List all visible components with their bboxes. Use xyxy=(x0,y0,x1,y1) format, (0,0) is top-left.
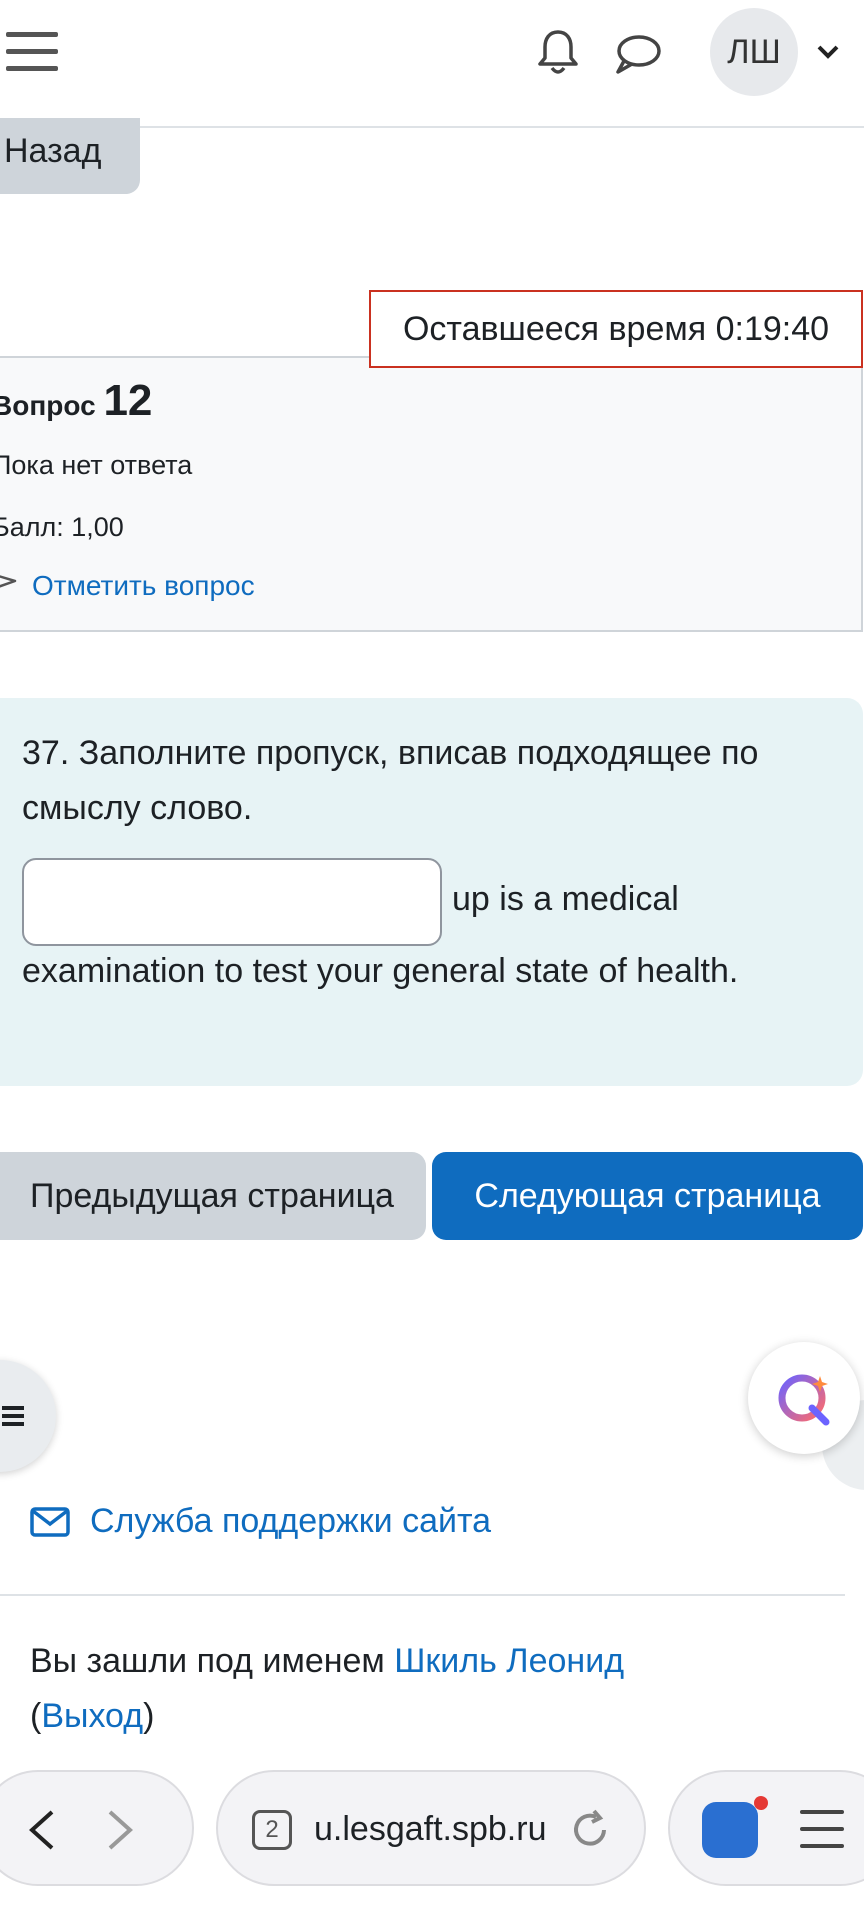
question-label: Вопрос 12 xyxy=(0,376,152,426)
question-text-after-input: up is a medical xyxy=(452,880,679,918)
back-button[interactable]: Назад xyxy=(0,118,140,194)
browser-nav-pill xyxy=(0,1770,194,1886)
notification-dot xyxy=(754,1796,768,1810)
chevron-down-icon[interactable] xyxy=(816,42,840,62)
browser-extras-pill xyxy=(668,1770,864,1886)
browser-bottom-bar: 2 u.lesgaft.spb.ru xyxy=(0,1760,864,1920)
footer-divider xyxy=(0,1594,845,1596)
site-support-link[interactable]: Служба поддержки сайта xyxy=(30,1502,491,1541)
answer-input[interactable] xyxy=(22,858,442,946)
next-page-button[interactable]: Следующая страница xyxy=(432,1152,863,1240)
logout-paren-close: ) xyxy=(143,1697,155,1735)
question-status: Пока нет ответа xyxy=(0,450,193,480)
top-navbar: ЛШ xyxy=(0,0,864,128)
question-grade: Балл: 1,00 xyxy=(0,512,124,542)
question-text-line2: examination to test your general state o… xyxy=(22,952,739,990)
assistant-q-icon xyxy=(778,1374,830,1426)
flag-question-link[interactable]: Отметить вопрос xyxy=(0,570,255,602)
browser-menu-icon[interactable] xyxy=(800,1810,844,1848)
browser-back-icon[interactable] xyxy=(22,1808,62,1852)
envelope-icon xyxy=(30,1506,70,1537)
browser-forward-icon[interactable] xyxy=(100,1808,140,1852)
browser-address-bar[interactable]: 2 u.lesgaft.spb.ru xyxy=(216,1770,646,1886)
tab-count-badge[interactable]: 2 xyxy=(252,1810,292,1850)
drawer-toggle-button[interactable] xyxy=(0,1360,56,1472)
list-icon xyxy=(2,1406,24,1426)
question-info-box: Вопрос 12 Пока нет ответа Балл: 1,00 Отм… xyxy=(0,356,863,632)
question-content: 37. Заполните пропуск, вписав подходящее… xyxy=(0,698,863,1086)
login-info: Вы зашли под именем Шкиль Леонид (Выход) xyxy=(30,1634,810,1744)
time-remaining: Оставшееся время 0:19:40 xyxy=(369,290,863,368)
app-shortcut-icon[interactable] xyxy=(702,1802,758,1858)
user-avatar[interactable]: ЛШ xyxy=(710,8,798,96)
question-text: 37. Заполните пропуск, вписав подходящее… xyxy=(22,734,759,827)
user-profile-link[interactable]: Шкиль Леонид xyxy=(394,1642,624,1680)
previous-page-button[interactable]: Предыдущая страница xyxy=(0,1152,426,1240)
question-number: 12 xyxy=(103,376,153,425)
flag-question-label: Отметить вопрос xyxy=(32,570,255,601)
hamburger-menu-icon[interactable] xyxy=(6,32,58,72)
messages-chat-icon[interactable] xyxy=(614,32,662,76)
page: ЛШ Назад Вопрос 12 Пока нет ответа Балл:… xyxy=(0,0,864,1920)
logout-paren-open: ( xyxy=(30,1697,42,1735)
question-label-text: Вопрос xyxy=(0,390,96,421)
logout-link[interactable]: Выход xyxy=(41,1697,143,1735)
assistant-button[interactable] xyxy=(748,1342,860,1454)
logged-in-prefix: Вы зашли под именем xyxy=(30,1642,385,1680)
reload-icon[interactable] xyxy=(568,1808,612,1852)
url-text: u.lesgaft.spb.ru xyxy=(314,1810,547,1848)
notifications-bell-icon[interactable] xyxy=(536,28,580,76)
site-support-label: Служба поддержки сайта xyxy=(90,1502,492,1540)
flag-icon xyxy=(0,575,17,588)
